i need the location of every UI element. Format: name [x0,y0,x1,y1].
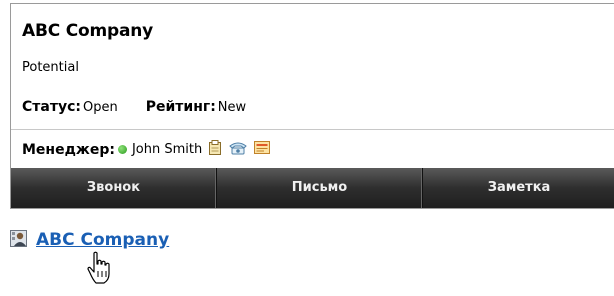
note-button[interactable]: Заметка [423,168,614,208]
hand-pointer-icon [86,251,112,289]
status-label: Статус: [22,99,81,115]
account-meta: Статус: Open Рейтинг: New [22,99,246,115]
account-popup-card: ABC Company Potential Статус: Open Рейти… [10,3,614,209]
account-title: ABC Company [22,21,154,41]
business-card-icon[interactable] [254,141,271,158]
status-value: Open [82,100,118,115]
contact-link-row: ABC Company [10,228,169,252]
manager-row: Менеджер: John Smith [22,140,271,159]
action-toolbar: Звонок Письмо Заметка [11,168,614,208]
company-link[interactable]: ABC Company [36,230,169,250]
manager-label: Менеджер: [22,141,115,158]
manager-name[interactable]: John Smith [132,142,202,157]
clipboard-icon[interactable] [208,140,222,159]
rating-label: Рейтинг: [145,99,216,115]
contact-card-icon [10,228,30,252]
divider [11,129,614,130]
rating-value: New [217,100,247,115]
account-type: Potential [22,60,79,75]
online-status-icon [117,145,127,154]
call-button[interactable]: Звонок [11,168,217,208]
email-button[interactable]: Письмо [217,168,423,208]
phone-icon[interactable] [228,141,248,159]
